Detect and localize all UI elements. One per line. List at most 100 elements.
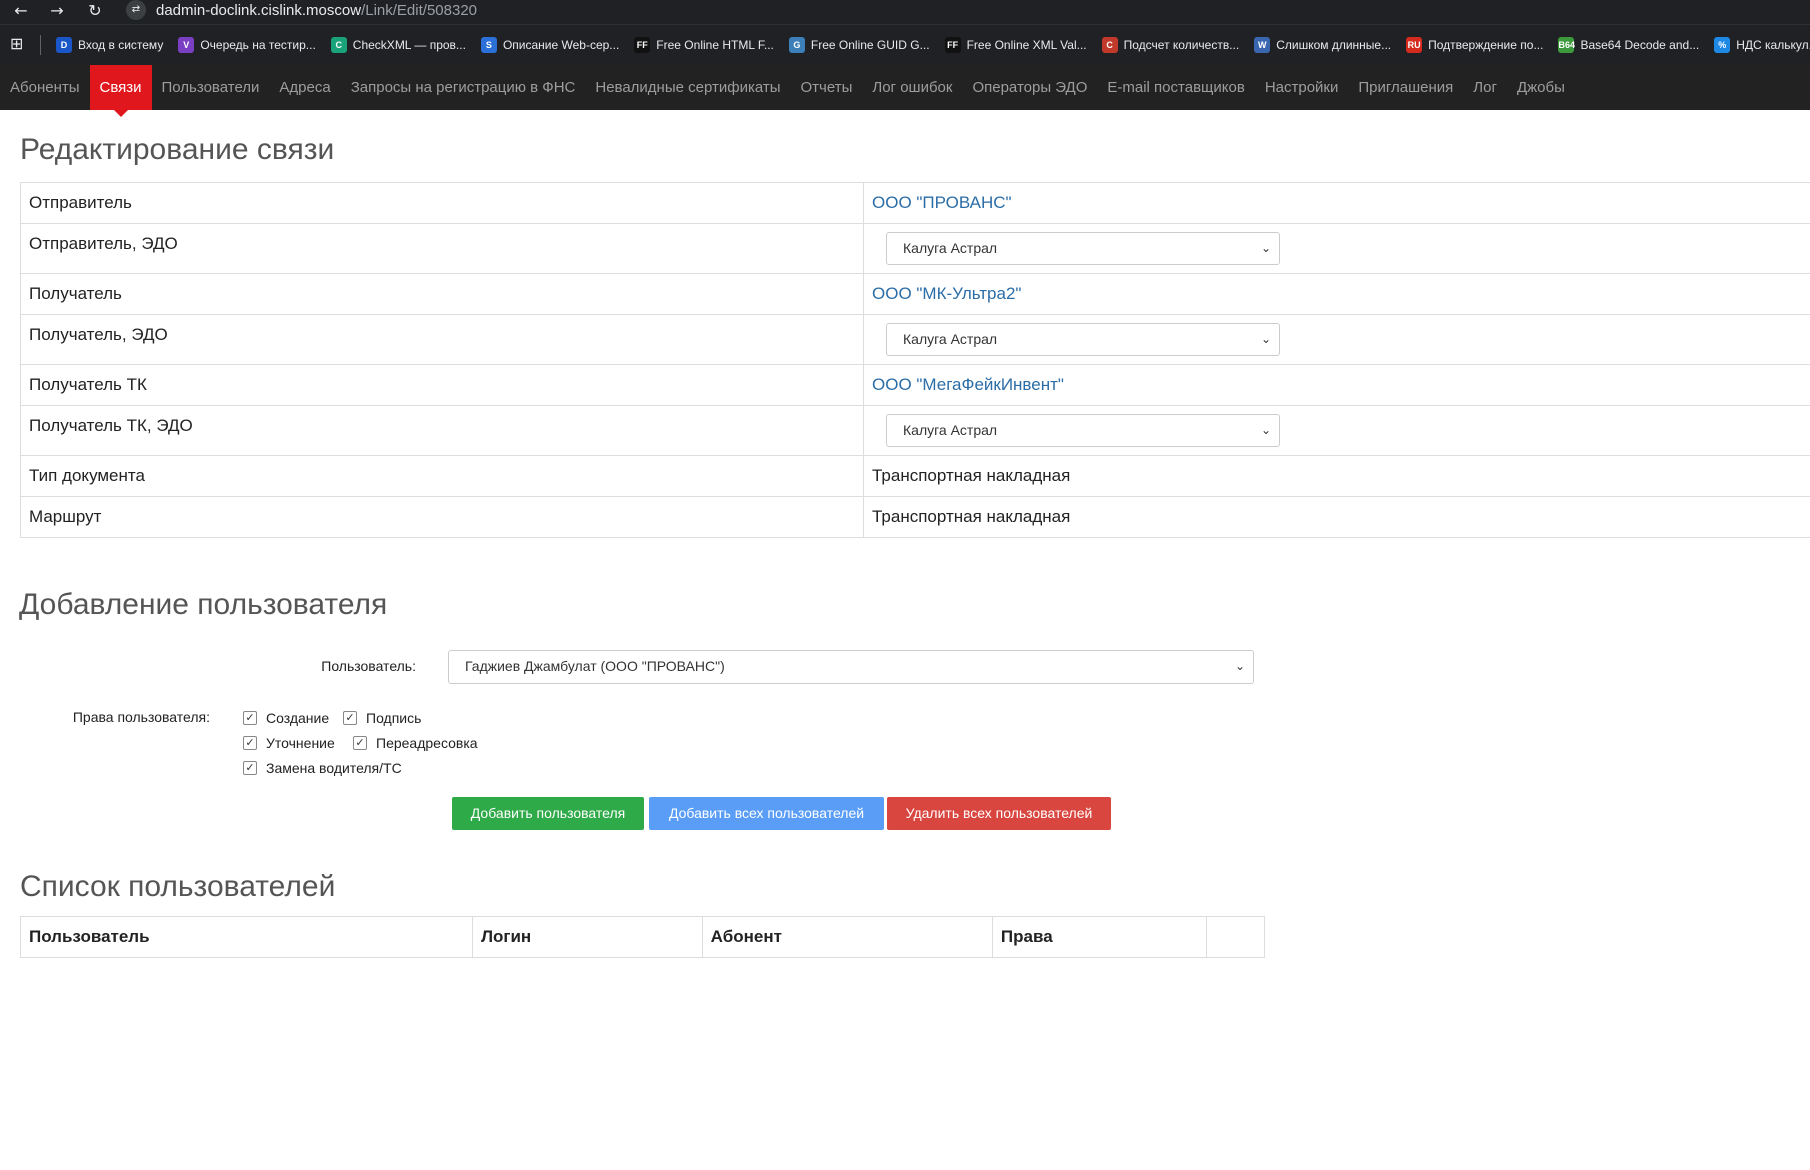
right-checkbox[interactable]: ✓ Подпись — [343, 710, 421, 726]
bookmark-label: Описание Web-сер... — [502, 38, 620, 52]
nav-item[interactable]: Связи — [89, 65, 152, 117]
edit-row: Получатель ООО "МК-Ультра2" — [20, 273, 1810, 315]
checkbox-box[interactable]: ✓ — [243, 736, 257, 750]
right-checkbox[interactable]: ✓ Переадресовка — [353, 735, 478, 751]
checkbox-box[interactable]: ✓ — [343, 711, 357, 725]
nav-item[interactable]: Настройки — [1255, 65, 1349, 110]
bookmark-favicon-icon: C — [330, 37, 347, 53]
bookmark-label: Base64 Decode and... — [1580, 38, 1700, 52]
bookmarks-bar: ⊞ D Вход в систему V Очередь на тестир... C C… — [0, 24, 1810, 65]
users-column-header: Права — [991, 916, 1208, 958]
bookmark-label: Вход в систему — [78, 38, 164, 52]
bookmark-label: Слишком длинные... — [1276, 38, 1392, 52]
user-select-label: Пользователь: — [321, 658, 416, 674]
forward-arrow-icon[interactable]: → — [44, 0, 70, 24]
bookmark-item[interactable]: G Free Online GUID G... — [788, 37, 930, 53]
edit-row: Получатель, ЭДО Калуга Астрал ⌄ — [20, 314, 1810, 365]
bookmark-item[interactable]: D Вход в систему — [56, 37, 163, 53]
bookmark-favicon-icon: FF — [634, 37, 651, 53]
site-settings-icon[interactable]: ⇄ — [126, 0, 146, 20]
right-checkbox[interactable]: ✓ Уточнение — [243, 735, 335, 751]
users-column-header: Логин — [472, 916, 703, 958]
subscriber-link[interactable]: ООО "ПРОВАНС" — [872, 193, 1012, 212]
chevron-down-icon: ⌄ — [1234, 659, 1245, 673]
bookmark-favicon-icon: S — [480, 37, 497, 53]
edit-row-label: Получатель, ЭДО — [20, 314, 864, 365]
subscriber-link[interactable]: ООО "МегаФейкИнвент" — [872, 375, 1064, 394]
nav-item[interactable]: E-mail поставщиков — [1097, 65, 1254, 110]
bookmark-item[interactable]: RU Подтверждение по... — [1406, 37, 1543, 53]
nav-item[interactable]: Невалидные сертификаты — [585, 65, 790, 110]
user-rights-label: Права пользователя: — [72, 709, 210, 725]
checkbox-box[interactable]: ✓ — [243, 711, 257, 725]
edit-row-label: Получатель ТК, ЭДО — [20, 405, 864, 456]
chevron-down-icon: ⌄ — [1260, 423, 1271, 437]
bookmark-item[interactable]: S Описание Web-сер... — [480, 37, 620, 53]
edo-operator-select[interactable]: Калуга Астрал ⌄ — [886, 414, 1280, 447]
edit-row-text: Транспортная накладная — [872, 507, 1071, 526]
bookmark-favicon-icon: % — [1714, 37, 1731, 53]
users-table-header: Пользователь Логин Абонент Права — [19, 916, 1265, 958]
browser-url-bar: ← → ↻ ⇄ dadmin-doclink.cislink.moscow/Li… — [0, 0, 1810, 24]
chevron-down-icon: ⌄ — [1260, 332, 1271, 346]
edit-row: Получатель ТК, ЭДО Калуга Астрал ⌄ — [20, 405, 1810, 456]
users-table: Пользователь Логин Абонент Права — [19, 916, 1265, 958]
subscriber-link[interactable]: ООО "МК-Ультра2" — [872, 284, 1021, 303]
edit-row-value-cell: Калуга Астрал ⌄ — [863, 223, 1810, 274]
bookmark-item[interactable]: % НДС калькул... — [1714, 37, 1810, 53]
right-checkbox[interactable]: ✓ Создание — [243, 710, 329, 726]
nav-item[interactable]: Отчеты — [791, 65, 863, 110]
edit-row: Отправитель, ЭДО Калуга Астрал ⌄ — [20, 223, 1810, 274]
nav-item[interactable]: Запросы на регистрацию в ФНС — [341, 65, 586, 110]
url-host: dadmin-doclink.cislink.moscow — [156, 2, 362, 19]
edit-row: Получатель ТК ООО "МегаФейкИнвент" — [20, 364, 1810, 406]
bookmark-item[interactable]: C CheckXML — пров... — [330, 37, 466, 53]
add-all-users-button[interactable]: Добавить всех пользователей — [649, 797, 884, 830]
main-navbar: Абоненты Связи Пользователи Адреса Запросы н… — [0, 65, 1810, 117]
bookmark-item[interactable]: B64 Base64 Decode and... — [1558, 37, 1699, 53]
add-user-button[interactable]: Добавить пользователя — [452, 797, 644, 830]
nav-item[interactable]: Операторы ЭДО — [962, 65, 1097, 110]
bookmark-item[interactable]: V Очередь на тестир... — [178, 37, 316, 53]
edit-row-label: Отправитель — [20, 182, 864, 224]
bookmark-favicon-icon: V — [178, 37, 195, 53]
nav-item[interactable]: Лог — [1463, 65, 1507, 110]
bookmark-label: CheckXML — пров... — [352, 38, 466, 52]
checkbox-box[interactable]: ✓ — [353, 736, 367, 750]
apps-grid-icon[interactable]: ⊞ — [10, 35, 28, 53]
bookmark-item[interactable]: FF Free Online HTML F... — [634, 37, 774, 53]
user-select[interactable]: Гаджиев Джамбулат (ООО "ПРОВАНС") ⌄ — [448, 650, 1254, 684]
delete-all-users-button[interactable]: Удалить всех пользователей — [887, 797, 1111, 830]
reload-icon[interactable]: ↻ — [82, 0, 108, 24]
nav-item[interactable]: Лог ошибок — [862, 65, 962, 110]
edo-operator-select[interactable]: Калуга Астрал ⌄ — [886, 232, 1280, 265]
checkbox-box[interactable]: ✓ — [243, 761, 257, 775]
right-checkbox-label: Уточнение — [266, 735, 335, 751]
edit-row-value-cell: Транспортная накладная — [863, 496, 1810, 538]
right-checkbox[interactable]: ✓ Замена водителя/ТС — [243, 760, 402, 776]
link-edit-table: Отправитель ООО "ПРОВАНС" Отправитель, ЭДО… — [20, 182, 1810, 538]
edit-row-label: Маршрут — [20, 496, 864, 538]
back-arrow-icon[interactable]: ← — [8, 0, 34, 24]
nav-item[interactable]: Абоненты — [0, 65, 90, 110]
nav-item[interactable]: Приглашения — [1348, 65, 1463, 110]
nav-item[interactable]: Джобы — [1507, 65, 1575, 110]
bookmark-item[interactable]: FF Free Online XML Val... — [944, 37, 1087, 53]
address-bar[interactable]: dadmin-doclink.cislink.moscow/Link/Edit/… — [156, 1, 477, 21]
url-path: /Link/Edit/508320 — [361, 2, 477, 19]
bookmark-item[interactable]: W Слишком длинные... — [1254, 37, 1391, 53]
edit-row-value-cell: ООО "МК-Ультра2" — [863, 273, 1810, 315]
right-checkbox-label: Подпись — [366, 710, 422, 726]
bookmark-label: Free Online GUID G... — [810, 38, 930, 52]
bookmark-item[interactable]: C Подсчет количеств... — [1101, 37, 1239, 53]
bookmarks-separator — [40, 35, 41, 55]
edit-row-label: Отправитель, ЭДО — [20, 223, 864, 274]
edit-row: Отправитель ООО "ПРОВАНС" — [20, 182, 1810, 224]
nav-item[interactable]: Адреса — [269, 65, 340, 110]
nav-item[interactable]: Пользователи — [152, 65, 270, 110]
edo-operator-value: Калуга Астрал — [903, 422, 998, 438]
edo-operator-select[interactable]: Калуга Астрал ⌄ — [886, 323, 1280, 356]
page-title: Редактирование связи — [20, 133, 335, 166]
edit-row-value-cell: ООО "ПРОВАНС" — [863, 182, 1810, 224]
edit-row: Тип документа Транспортная накладная — [20, 455, 1810, 497]
